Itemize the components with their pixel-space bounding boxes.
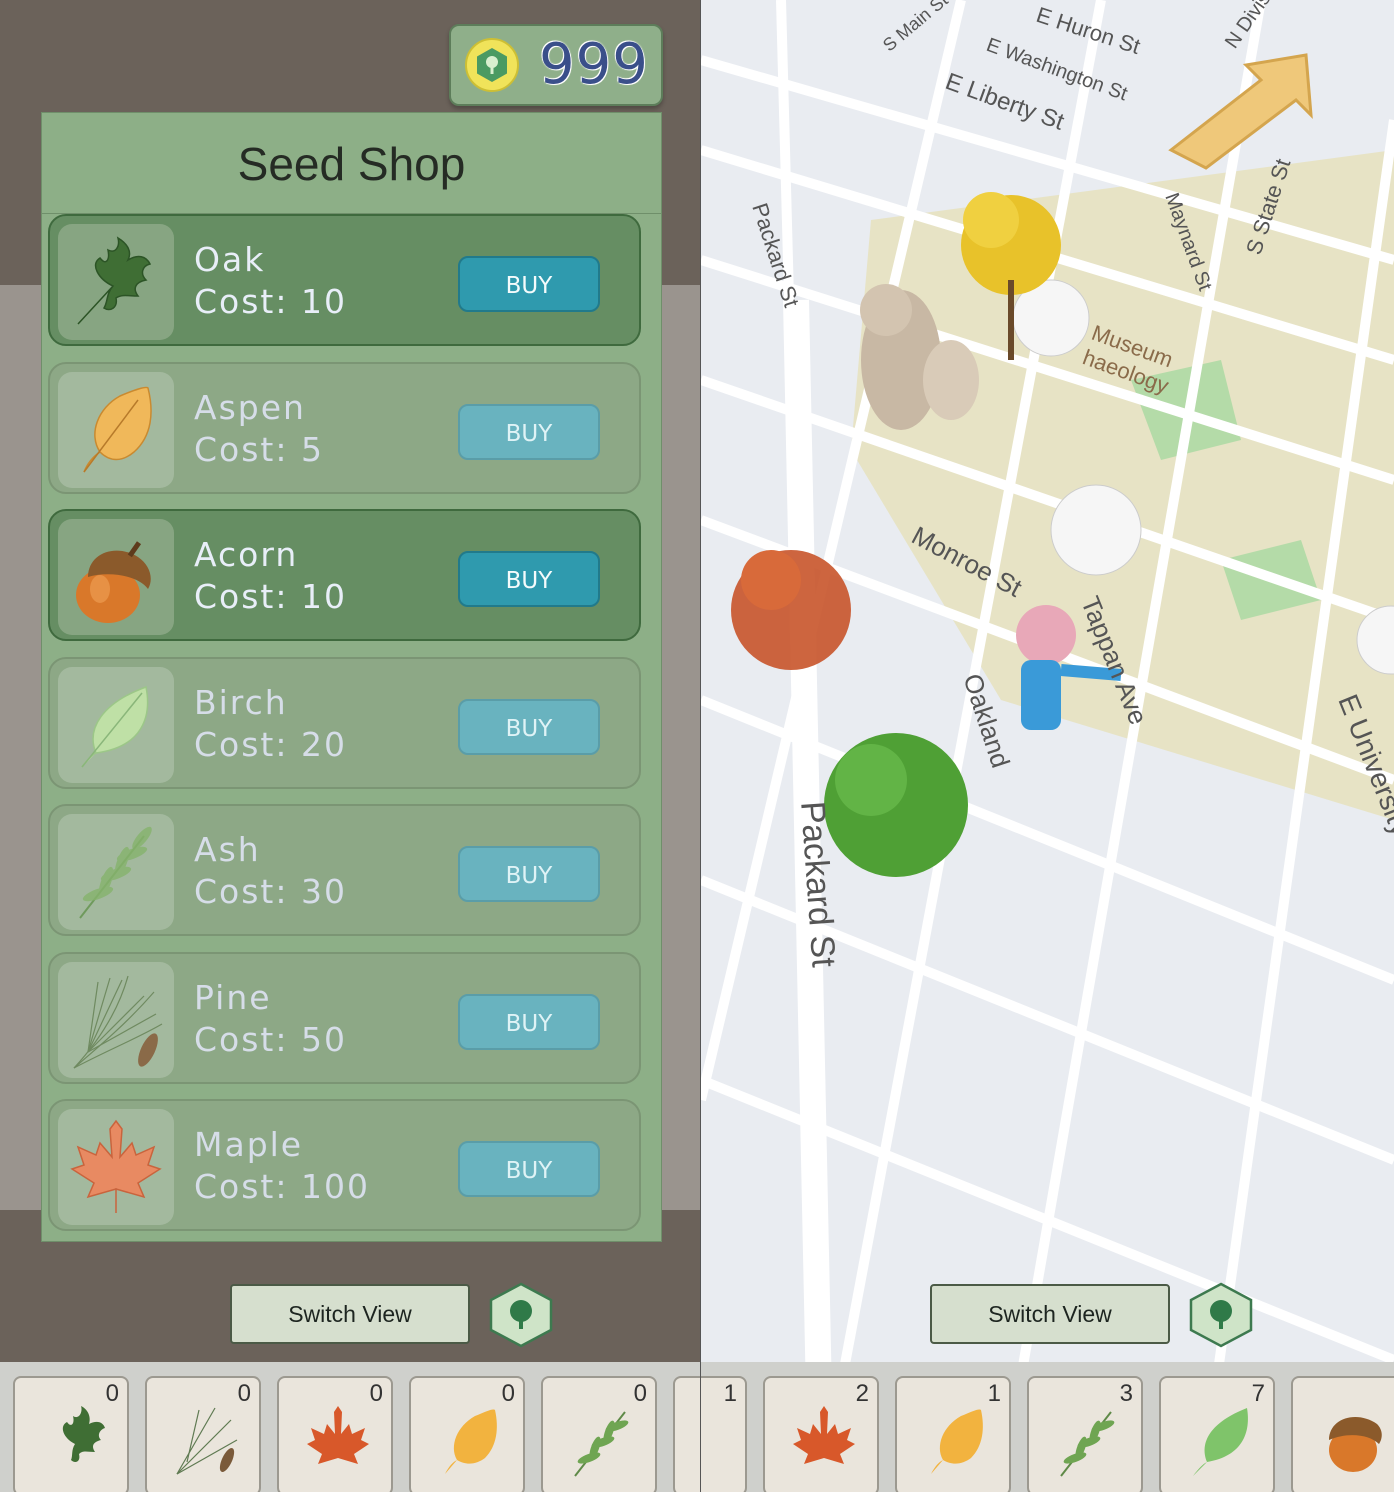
- oak-leaf-icon: [77, 236, 152, 325]
- item-name: Aspen: [194, 388, 306, 427]
- shop-title: Seed Shop: [237, 138, 466, 190]
- maple-thumb: [58, 1109, 174, 1225]
- ash-leaf-icon: [574, 1411, 629, 1477]
- inventory-slot-pine[interactable]: 0: [145, 1376, 261, 1492]
- shop-view: 999 Seed Shop Oak Cost: 10 BUY Aspen Cos…: [0, 0, 700, 1492]
- shop-item-ash[interactable]: Ash Cost: 30 BUY: [48, 804, 641, 936]
- maple-leaf-icon: [307, 1406, 369, 1476]
- inventory-bar: 1 2 1 3 7: [701, 1362, 1394, 1492]
- acorn-icon: [76, 541, 151, 623]
- shop-item-acorn[interactable]: Acorn Cost: 10 BUY: [48, 509, 641, 641]
- inventory-slot-ash[interactable]: 3: [1027, 1376, 1143, 1492]
- birch-leaf-icon: [1193, 1408, 1248, 1476]
- tree-hex-button[interactable]: [1189, 1282, 1253, 1348]
- oak-thumb: [58, 224, 174, 340]
- ash-leaf-icon: [79, 826, 152, 919]
- pine-needles-icon: [176, 1407, 238, 1475]
- slot-count: 1: [723, 1380, 737, 1407]
- shop-item-birch[interactable]: Birch Cost: 20 BUY: [48, 657, 641, 789]
- item-cost: Cost: 10: [194, 577, 347, 616]
- item-name: Pine: [194, 978, 272, 1017]
- acorn-icon: [1329, 1417, 1382, 1472]
- aspen-thumb: [58, 372, 174, 488]
- item-cost: Cost: 50: [194, 1020, 347, 1059]
- inventory-slot-acorn[interactable]: [1291, 1376, 1394, 1492]
- ash-leaf-icon: [1060, 1411, 1115, 1477]
- item-name: Birch: [194, 683, 288, 722]
- inventory-slot-aspen[interactable]: 1: [895, 1376, 1011, 1492]
- shop-item-pine[interactable]: Pine Cost: 50 BUY: [48, 952, 641, 1084]
- switch-view-button[interactable]: Switch View: [230, 1284, 470, 1344]
- coin-icon: [465, 38, 519, 92]
- shop-item-oak[interactable]: Oak Cost: 10 BUY: [48, 214, 641, 346]
- inventory-bar: 0 0 0 0 0: [0, 1362, 700, 1492]
- map-canvas: [701, 0, 1394, 1492]
- item-cost: Cost: 30: [194, 872, 347, 911]
- pine-needles-icon: [73, 975, 163, 1069]
- buy-button-oak[interactable]: BUY: [458, 256, 600, 312]
- inventory-slot-ash[interactable]: 0: [541, 1376, 657, 1492]
- inventory-slot-aspen[interactable]: 0: [409, 1376, 525, 1492]
- item-name: Oak: [194, 240, 266, 279]
- aspen-leaf-icon: [931, 1409, 983, 1474]
- acorn-thumb: [58, 519, 174, 635]
- inventory-slot-maple[interactable]: 2: [763, 1376, 879, 1492]
- birch-leaf-icon: [81, 685, 149, 768]
- item-name: Maple: [194, 1125, 304, 1164]
- item-cost: Cost: 20: [194, 725, 347, 764]
- buy-button-acorn[interactable]: BUY: [458, 551, 600, 607]
- inventory-slot-maple[interactable]: 0: [277, 1376, 393, 1492]
- buy-button-aspen[interactable]: BUY: [458, 404, 600, 460]
- ash-thumb: [58, 814, 174, 930]
- pine-thumb: [58, 962, 174, 1078]
- item-cost: Cost: 5: [194, 430, 324, 469]
- map-view: E Huron St E Washington St E Liberty St …: [701, 0, 1394, 1492]
- birch-thumb: [58, 667, 174, 783]
- green-tree: [824, 733, 968, 877]
- switch-view-button[interactable]: Switch View: [930, 1284, 1170, 1344]
- tree-hex-button[interactable]: [489, 1282, 553, 1348]
- maple-leaf-icon: [793, 1406, 855, 1476]
- maple-leaf-icon: [70, 1119, 162, 1213]
- oak-leaf-icon: [49, 1406, 105, 1474]
- shop-item-aspen[interactable]: Aspen Cost: 5 BUY: [48, 362, 641, 494]
- red-maple-tree: [731, 550, 851, 670]
- inventory-slot-oak[interactable]: 0: [13, 1376, 129, 1492]
- item-cost: Cost: 10: [194, 282, 347, 321]
- aspen-leaf-icon: [83, 386, 152, 473]
- inventory-slot-pine[interactable]: 1: [701, 1376, 747, 1492]
- buy-button-ash[interactable]: BUY: [458, 846, 600, 902]
- buy-button-pine[interactable]: BUY: [458, 994, 600, 1050]
- item-name: Acorn: [194, 535, 299, 574]
- inventory-slot-birch[interactable]: 7: [1159, 1376, 1275, 1492]
- item-name: Ash: [194, 830, 261, 869]
- inventory-slot-partial[interactable]: [673, 1376, 700, 1492]
- buy-button-birch[interactable]: BUY: [458, 699, 600, 755]
- currency-display: 999: [449, 24, 663, 106]
- buy-button-maple[interactable]: BUY: [458, 1141, 600, 1197]
- item-cost: Cost: 100: [194, 1167, 370, 1206]
- aspen-leaf-icon: [445, 1409, 497, 1474]
- shop-item-maple[interactable]: Maple Cost: 100 BUY: [48, 1099, 641, 1231]
- currency-value: 999: [539, 32, 649, 97]
